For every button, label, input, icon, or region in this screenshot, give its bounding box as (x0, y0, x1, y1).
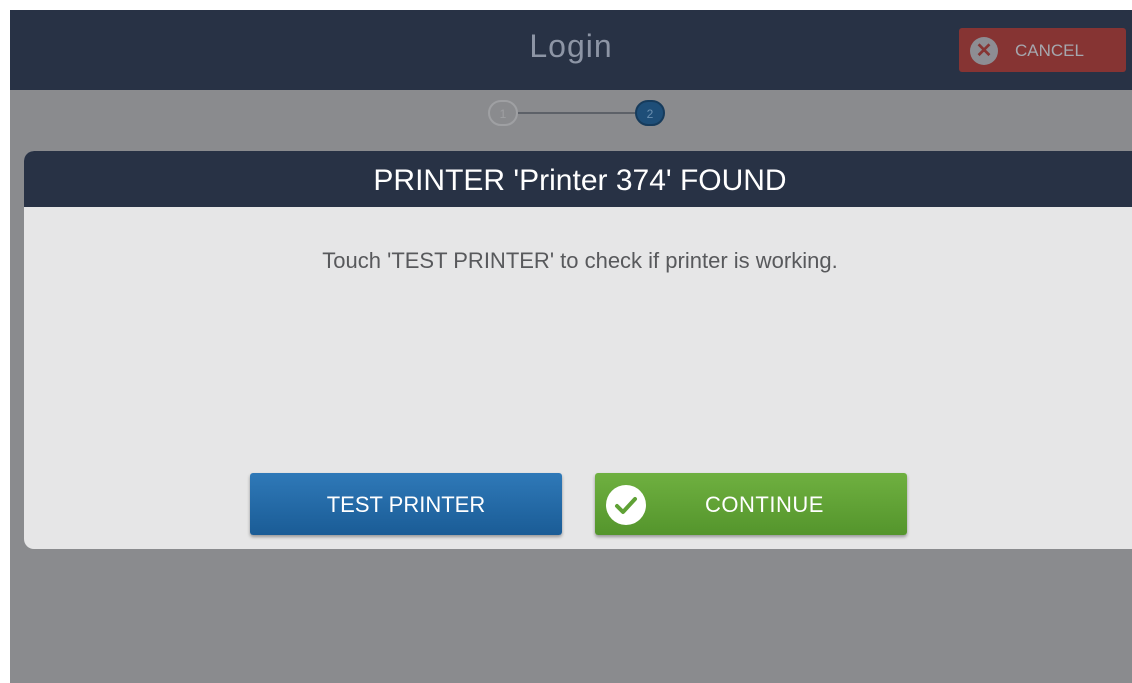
dialog-title: PRINTER 'Printer 374' FOUND (373, 164, 787, 197)
test-printer-label: TEST PRINTER (326, 492, 486, 517)
step-connector (518, 112, 635, 114)
continue-button[interactable]: CONTINUE (595, 473, 907, 535)
dialog-header: PRINTER 'Printer 374' FOUND (24, 151, 1132, 207)
app-screen: Login ✕ CANCEL 1 2 PRINTER 'Printer 374'… (10, 10, 1132, 683)
step-indicator: 1 2 (10, 10, 1132, 150)
printer-found-dialog: PRINTER 'Printer 374' FOUND Touch 'TEST … (24, 151, 1132, 549)
continue-label: CONTINUE (705, 492, 824, 517)
check-icon (606, 485, 646, 525)
dialog-message: Touch 'TEST PRINTER' to check if printer… (322, 248, 838, 273)
test-printer-button[interactable]: TEST PRINTER (250, 473, 562, 535)
step-2-active: 2 (635, 100, 665, 126)
step-1: 1 (488, 100, 518, 126)
